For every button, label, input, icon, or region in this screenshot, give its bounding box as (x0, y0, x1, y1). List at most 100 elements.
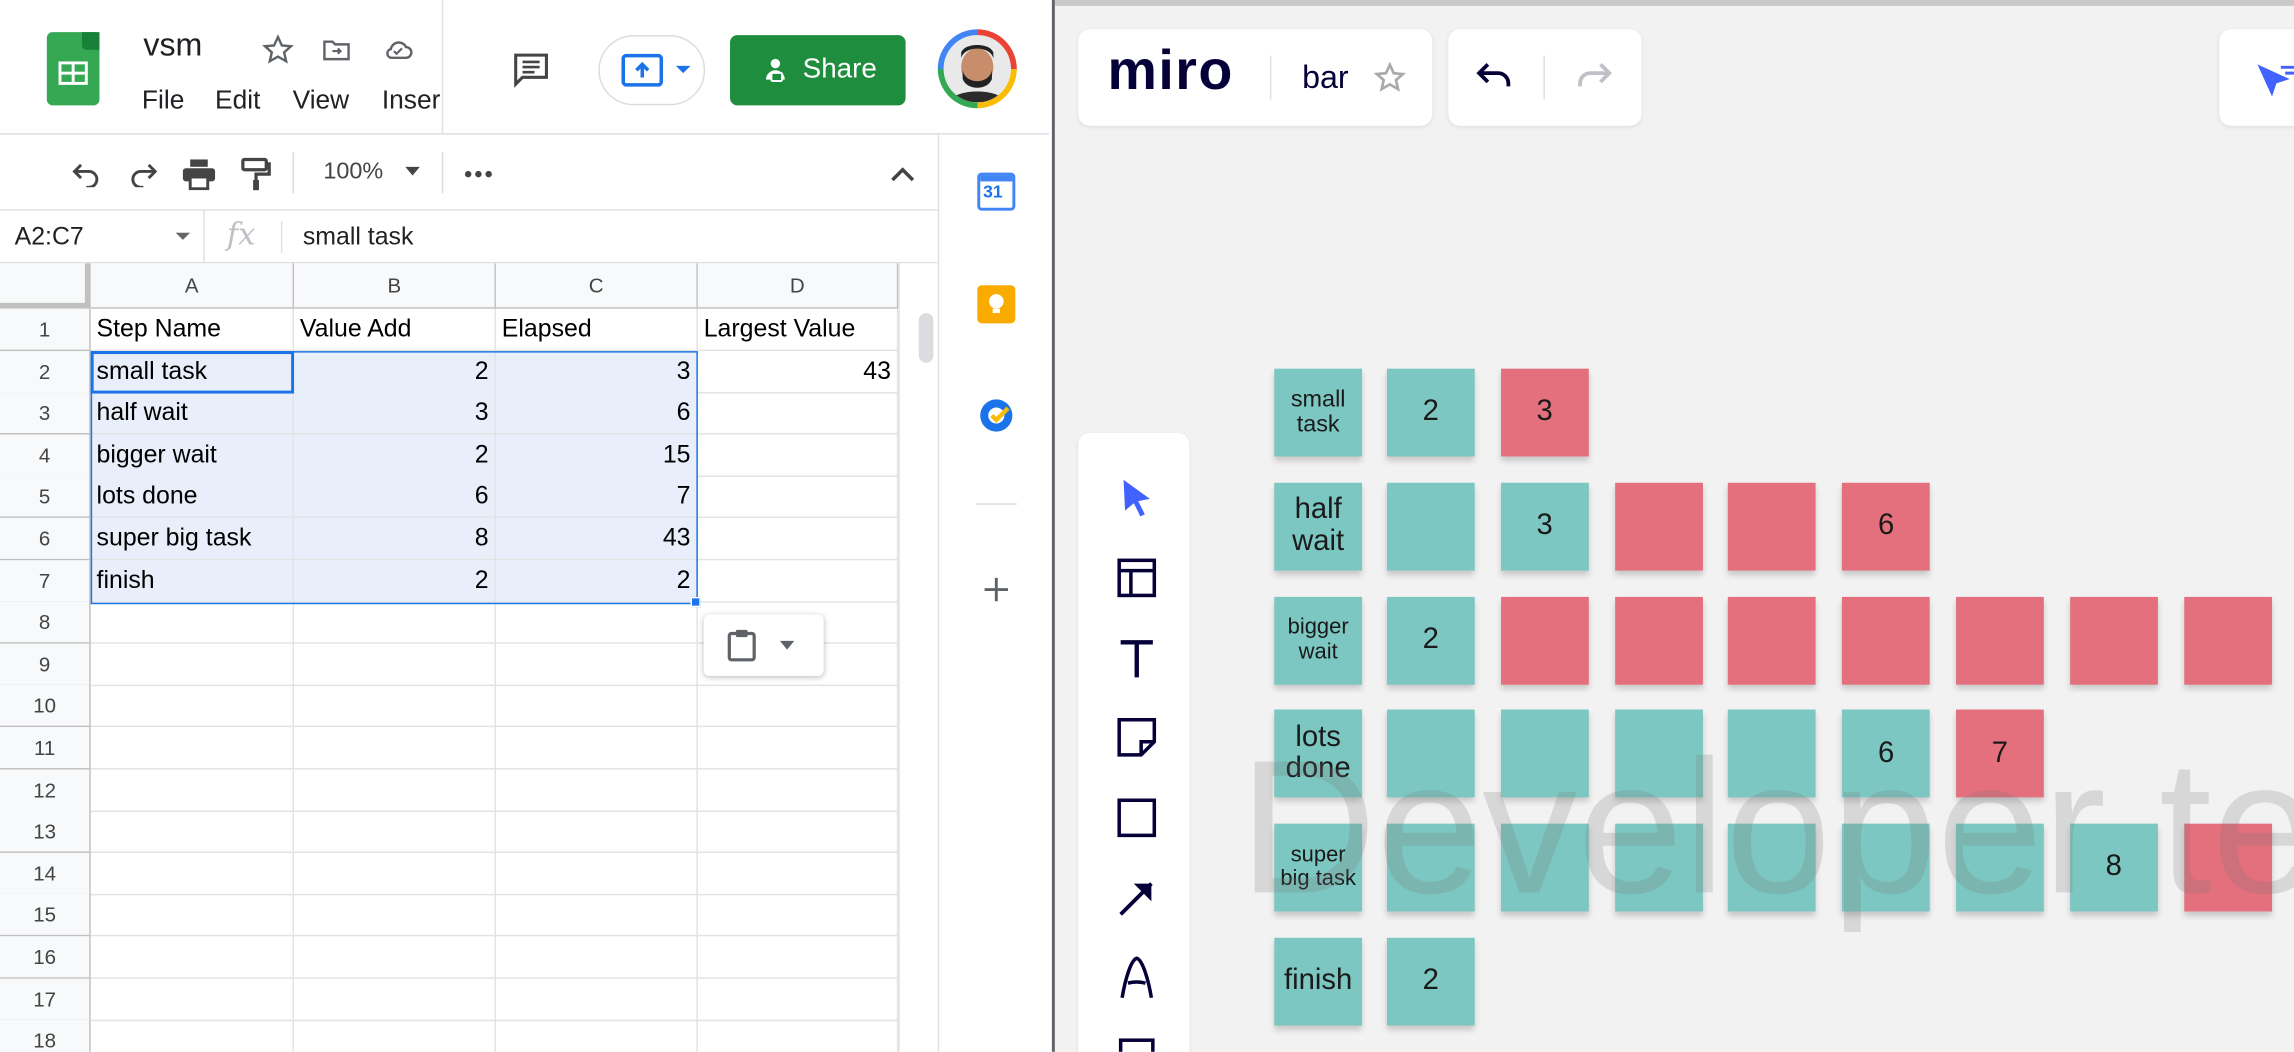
menu-insert[interactable]: Inser (382, 85, 441, 116)
add-addon-icon[interactable] (980, 573, 1012, 605)
row-header[interactable]: 6 (0, 517, 91, 561)
menu-edit[interactable]: Edit (215, 85, 260, 116)
row-header[interactable]: 14 (0, 852, 91, 896)
value-add-note[interactable] (1386, 823, 1475, 912)
wait-note[interactable] (1956, 596, 2044, 685)
sticky-note-icon[interactable] (1113, 714, 1160, 761)
text-icon[interactable] (1113, 635, 1160, 682)
undo-icon[interactable] (67, 155, 105, 193)
select-all-corner[interactable] (0, 263, 91, 309)
table-cell[interactable] (90, 936, 295, 979)
table-cell[interactable] (90, 643, 295, 686)
user-avatar[interactable] (937, 29, 1017, 109)
table-cell[interactable] (697, 685, 899, 728)
share-button[interactable]: Share (730, 35, 906, 106)
value-add-note[interactable]: 2 (1386, 937, 1475, 1026)
table-cell[interactable] (90, 601, 295, 644)
table-cell[interactable] (91, 1019, 295, 1052)
row-header[interactable]: 4 (0, 434, 91, 477)
table-cell[interactable] (90, 978, 295, 1021)
vertical-scrollbar[interactable] (898, 263, 938, 1052)
redo-icon[interactable] (1573, 59, 1614, 100)
wait-note[interactable] (2183, 596, 2272, 685)
more-tools-icon[interactable] (1113, 1033, 1160, 1052)
table-cell[interactable] (294, 643, 496, 686)
row-header[interactable]: 9 (0, 643, 91, 686)
row-label-note[interactable]: lots done (1274, 710, 1363, 798)
table-cell[interactable] (294, 978, 496, 1021)
row-header[interactable]: 15 (0, 894, 91, 937)
value-add-note[interactable] (1728, 710, 1817, 798)
value-add-note[interactable] (1614, 823, 1703, 912)
wait-note[interactable] (1842, 596, 1930, 685)
table-cell[interactable] (697, 978, 899, 1021)
table-cell[interactable] (90, 810, 295, 854)
row-header[interactable]: 11 (0, 727, 91, 770)
row-header[interactable]: 5 (0, 476, 91, 519)
keep-icon[interactable] (977, 285, 1016, 324)
cloud-saved-icon[interactable] (377, 29, 418, 70)
value-add-note[interactable] (1956, 823, 2044, 912)
wait-note[interactable] (1728, 482, 1817, 571)
column-header-d[interactable]: D (697, 263, 899, 309)
calendar-icon[interactable]: 31 (977, 172, 1016, 211)
table-cell[interactable] (495, 768, 698, 812)
row-label-note[interactable]: super big task (1274, 823, 1363, 912)
table-cell[interactable] (294, 852, 496, 896)
value-add-note[interactable] (1500, 710, 1589, 798)
menu-view[interactable]: View (293, 85, 350, 116)
cursor-icon[interactable] (1113, 474, 1160, 521)
header-cell[interactable]: Elapsed (495, 308, 698, 352)
table-cell[interactable] (294, 685, 496, 728)
pointer-filter-icon[interactable] (2254, 59, 2294, 103)
row-header[interactable]: 10 (0, 685, 91, 728)
table-cell[interactable]: 43 (697, 350, 899, 393)
value-add-note[interactable] (1614, 710, 1703, 798)
value-add-note[interactable] (1386, 710, 1475, 798)
pen-icon[interactable] (1113, 954, 1160, 1001)
wait-note[interactable] (2183, 823, 2272, 912)
chevron-down-icon[interactable] (673, 60, 693, 80)
fill-handle[interactable] (690, 596, 701, 608)
star-icon[interactable] (1373, 61, 1409, 96)
table-cell[interactable] (697, 936, 899, 979)
row-label-note[interactable]: bigger wait (1274, 596, 1363, 685)
table-cell[interactable] (697, 852, 899, 896)
table-cell[interactable] (495, 810, 698, 854)
wait-note[interactable] (1614, 482, 1703, 571)
column-header-c[interactable]: C (495, 263, 698, 309)
row-header[interactable]: 2 (0, 350, 91, 393)
table-cell[interactable] (698, 1019, 899, 1052)
table-cell[interactable] (495, 685, 698, 728)
table-cell[interactable] (294, 601, 496, 644)
table-cell[interactable] (495, 643, 698, 686)
table-cell[interactable] (90, 894, 295, 937)
table-cell[interactable] (697, 392, 899, 435)
table-cell[interactable] (697, 559, 899, 603)
row-header[interactable]: 17 (0, 978, 91, 1021)
table-cell[interactable] (697, 894, 899, 937)
templates-icon[interactable] (1113, 554, 1160, 601)
header-cell[interactable]: Step Name (90, 308, 295, 352)
table-cell[interactable] (294, 810, 496, 854)
value-add-note[interactable] (1386, 482, 1475, 571)
header-cell[interactable]: Value Add (294, 308, 496, 352)
print-icon[interactable] (180, 155, 218, 193)
star-icon[interactable] (257, 29, 298, 70)
wait-note[interactable]: 6 (1842, 482, 1930, 571)
row-label-note[interactable]: small task (1274, 368, 1363, 457)
value-add-note[interactable] (1728, 823, 1817, 912)
table-cell[interactable] (697, 768, 899, 812)
value-add-note[interactable]: 6 (1842, 710, 1930, 798)
miro-logo[interactable]: miro (1107, 41, 1233, 104)
redo-icon[interactable] (124, 155, 162, 193)
wait-note[interactable]: 7 (1956, 710, 2044, 798)
row-header[interactable]: 13 (0, 810, 91, 854)
table-cell[interactable] (90, 768, 295, 812)
table-cell[interactable] (294, 936, 496, 979)
header-cell[interactable]: Largest Value (697, 308, 899, 352)
table-cell[interactable] (90, 727, 295, 770)
table-cell[interactable] (495, 727, 698, 770)
row-header[interactable]: 3 (0, 392, 91, 435)
wait-note[interactable] (1500, 596, 1589, 685)
